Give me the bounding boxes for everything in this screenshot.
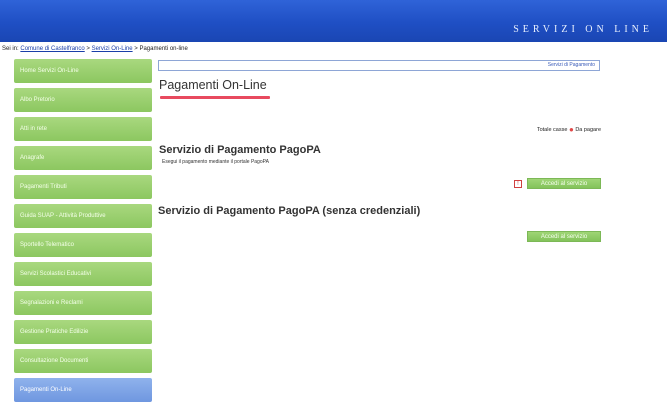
access-service-button[interactable]: Accedi al servizio	[527, 178, 601, 189]
breadcrumb-separator: >	[134, 46, 138, 52]
sidebar-item-anagrafe[interactable]: Anagrafe	[14, 146, 152, 170]
breadcrumb: Sei in: Comune di Castelfranco > Servizi…	[2, 46, 188, 52]
section-title-pagopa: Servizio di Pagamento PagoPA	[159, 144, 321, 156]
sidebar-item-home[interactable]: Home Servizi On-Line	[14, 59, 152, 83]
title-underline	[160, 96, 270, 99]
info-bar-text[interactable]: Servizi di Pagamento	[548, 62, 595, 68]
breadcrumb-separator: >	[86, 46, 90, 52]
sidebar-item-sportello[interactable]: Sportello Telematico	[14, 233, 152, 257]
breadcrumb-current: Pagamenti on-line	[139, 46, 188, 52]
alert-icon: !	[514, 180, 522, 188]
sidebar-item-segnalazioni[interactable]: Segnalazioni e Reclami	[14, 291, 152, 315]
access-service-no-credentials-button[interactable]: Accedi al servizio	[527, 231, 601, 242]
sidebar-item-albo[interactable]: Albo Pretorio	[14, 88, 152, 112]
legend-suffix: Da pagare	[575, 127, 601, 133]
sidebar-item-tributi[interactable]: Pagamenti Tributi	[14, 175, 152, 199]
legend-prefix: Totale casse	[536, 127, 568, 133]
sidebar-menu: Home Servizi On-Line Albo Pretorio Atti …	[14, 59, 152, 407]
breadcrumb-prefix: Sei in:	[2, 46, 19, 52]
header-title: SERVIZI ON LINE	[513, 24, 653, 35]
section-title-pagopa-no-credentials: Servizio di Pagamento PagoPA (senza cred…	[158, 205, 421, 217]
site-header: SERVIZI ON LINE	[0, 0, 667, 42]
sidebar-item-suap[interactable]: Guida SUAP - Attività Produttive	[14, 204, 152, 228]
sidebar-item-edilizia[interactable]: Gestione Pratiche Edilizie	[14, 320, 152, 344]
sidebar-item-atti[interactable]: Atti in rete	[14, 117, 152, 141]
section-description-pagopa: Esegui il pagamento mediante il portale …	[162, 159, 269, 165]
breadcrumb-link-home[interactable]: Comune di Castelfranco	[20, 46, 84, 52]
sidebar-item-pagamenti[interactable]: Pagamenti On-Line	[14, 378, 152, 402]
page-title: Pagamenti On-Line	[159, 78, 267, 92]
breadcrumb-link-services[interactable]: Servizi On-Line	[92, 46, 133, 52]
sidebar-item-scolastici[interactable]: Servizi Scolastici Educativi	[14, 262, 152, 286]
sidebar-item-documenti[interactable]: Consultazione Documenti	[14, 349, 152, 373]
status-legend: Totale casse ● Da pagare	[537, 125, 601, 134]
info-bar: Servizi di Pagamento	[158, 60, 600, 71]
red-dot-icon: ●	[568, 125, 574, 134]
